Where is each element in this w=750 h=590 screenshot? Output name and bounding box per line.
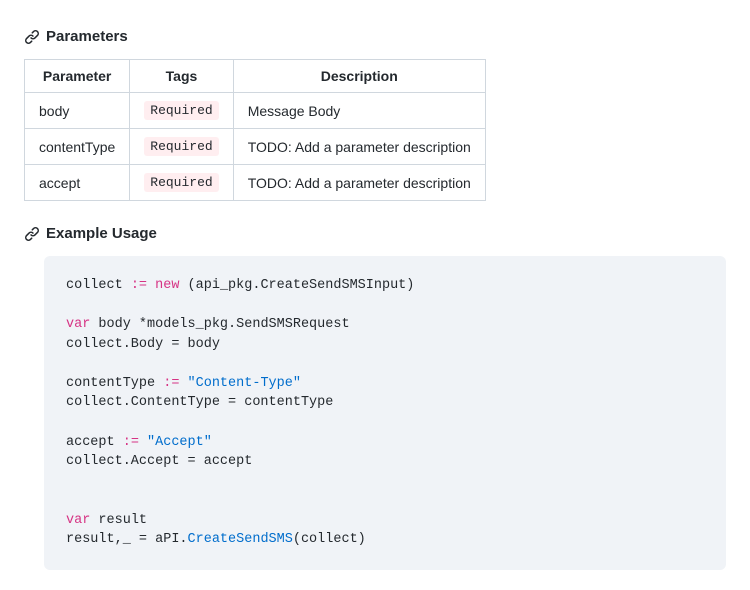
code-text: collect.Body = body bbox=[66, 337, 220, 352]
code-op: := bbox=[123, 435, 139, 450]
code-text: contentType bbox=[66, 376, 163, 391]
param-tags: Required bbox=[130, 129, 233, 165]
code-text bbox=[179, 376, 187, 391]
param-tags: Required bbox=[130, 93, 233, 129]
code-text: collect.ContentType = contentType bbox=[66, 395, 333, 410]
table-row: accept Required TODO: Add a parameter de… bbox=[25, 165, 486, 201]
code-text bbox=[139, 435, 147, 450]
parameters-heading-text: Parameters bbox=[46, 28, 128, 45]
tag-required: Required bbox=[144, 137, 218, 156]
code-text: (collect) bbox=[293, 532, 366, 547]
code-text: (api_pkg.CreateSendSMSInput) bbox=[179, 278, 414, 293]
link-icon[interactable] bbox=[24, 29, 40, 45]
param-name: contentType bbox=[25, 129, 130, 165]
code-string: "Content-Type" bbox=[188, 376, 301, 391]
param-desc: TODO: Add a parameter description bbox=[233, 129, 485, 165]
col-parameter: Parameter bbox=[25, 60, 130, 93]
code-text: collect.Accept = accept bbox=[66, 454, 252, 469]
code-keyword: new bbox=[155, 278, 179, 293]
parameters-heading: Parameters bbox=[24, 28, 726, 45]
code-function: CreateSendSMS bbox=[188, 532, 293, 547]
code-op: := bbox=[131, 278, 147, 293]
code-keyword: var bbox=[66, 513, 90, 528]
code-op: := bbox=[163, 376, 179, 391]
col-tags: Tags bbox=[130, 60, 233, 93]
code-example: collect := new (api_pkg.CreateSendSMSInp… bbox=[44, 256, 726, 570]
code-keyword: var bbox=[66, 317, 90, 332]
code-text: result,_ = aPI. bbox=[66, 532, 188, 547]
param-tags: Required bbox=[130, 165, 233, 201]
table-row: body Required Message Body bbox=[25, 93, 486, 129]
param-desc: Message Body bbox=[233, 93, 485, 129]
param-name: body bbox=[25, 93, 130, 129]
param-name: accept bbox=[25, 165, 130, 201]
example-usage-heading-text: Example Usage bbox=[46, 225, 157, 242]
table-row: contentType Required TODO: Add a paramet… bbox=[25, 129, 486, 165]
code-string: "Accept" bbox=[147, 435, 212, 450]
param-desc: TODO: Add a parameter description bbox=[233, 165, 485, 201]
example-usage-heading: Example Usage bbox=[24, 225, 726, 242]
col-description: Description bbox=[233, 60, 485, 93]
parameters-table: Parameter Tags Description body Required… bbox=[24, 59, 486, 201]
tag-required: Required bbox=[144, 101, 218, 120]
code-text bbox=[147, 278, 155, 293]
link-icon[interactable] bbox=[24, 226, 40, 242]
code-text: body *models_pkg.SendSMSRequest bbox=[90, 317, 349, 332]
code-text: result bbox=[90, 513, 147, 528]
tag-required: Required bbox=[144, 173, 218, 192]
code-text: accept bbox=[66, 435, 123, 450]
code-text: collect bbox=[66, 278, 131, 293]
